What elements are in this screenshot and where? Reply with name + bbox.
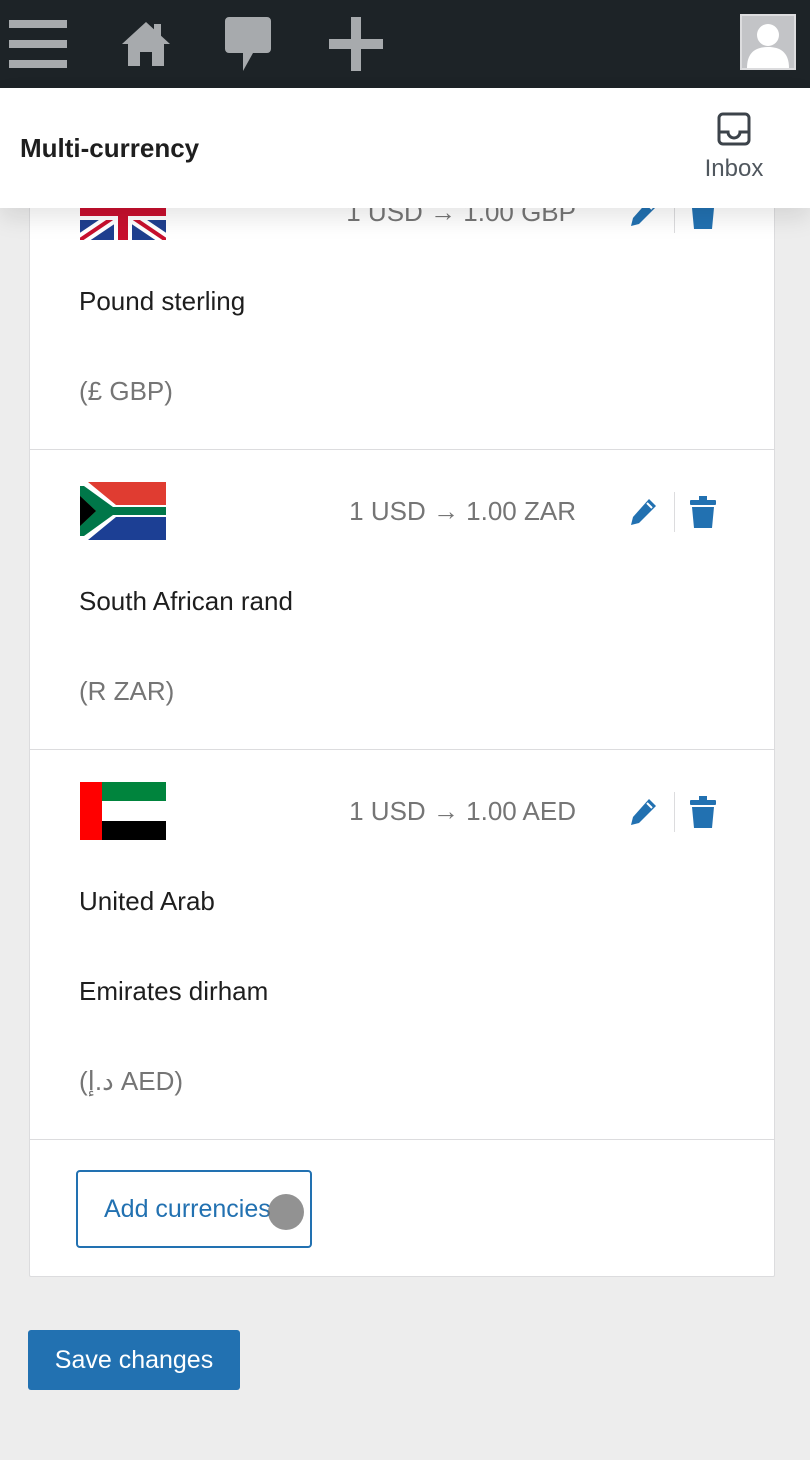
add-currencies-button[interactable]: Add currencies xyxy=(76,1170,312,1248)
currency-code: (£ GBP) xyxy=(79,376,173,406)
currency-code: (د.إ AED) xyxy=(79,1066,184,1096)
menu-icon[interactable] xyxy=(8,14,68,74)
inbox-button[interactable]: Inbox xyxy=(698,112,770,183)
action-divider xyxy=(674,792,675,832)
trash-icon xyxy=(690,796,716,828)
delete-currency-button[interactable] xyxy=(686,795,720,829)
pencil-icon xyxy=(631,499,656,525)
save-changes-button[interactable]: Save changes xyxy=(28,1330,240,1390)
user-avatar-icon[interactable] xyxy=(740,14,796,70)
page-title: Multi-currency xyxy=(20,133,200,163)
admin-bar xyxy=(0,0,810,88)
inbox-icon xyxy=(717,112,751,146)
exchange-rate: 1 USD → 1.00 ZAR xyxy=(349,496,576,526)
comment-icon[interactable] xyxy=(218,14,278,74)
trash-icon xyxy=(690,496,716,528)
exchange-rate: 1 USD → 1.00 AED xyxy=(349,796,576,826)
currency-name-line-1: United Arab xyxy=(79,886,215,916)
edit-currency-button[interactable] xyxy=(626,795,660,829)
currency-list-card: 1 USD → 1.00 GBP Pound sterling (£ GBP) … xyxy=(29,150,775,1277)
plus-icon[interactable] xyxy=(326,14,386,74)
page-header: Multi-currency Inbox xyxy=(0,88,810,208)
currency-name: Pound sterling xyxy=(79,286,246,316)
currency-row-aed: 1 USD → 1.00 AED United Arab Emirates di… xyxy=(30,750,774,1140)
currency-name-line-2: Emirates dirham xyxy=(79,976,269,1006)
currency-row-zar: 1 USD → 1.00 ZAR South African rand (R Z… xyxy=(30,450,774,750)
uae-flag-icon xyxy=(80,782,166,840)
south-africa-flag-icon xyxy=(80,482,166,540)
home-icon[interactable] xyxy=(116,14,176,74)
pencil-icon xyxy=(631,799,656,825)
currency-code: (R ZAR) xyxy=(79,676,175,706)
inbox-label: Inbox xyxy=(704,155,764,182)
edit-currency-button[interactable] xyxy=(626,495,660,529)
currency-name: South African rand xyxy=(79,586,293,616)
action-divider xyxy=(674,492,675,532)
delete-currency-button[interactable] xyxy=(686,495,720,529)
